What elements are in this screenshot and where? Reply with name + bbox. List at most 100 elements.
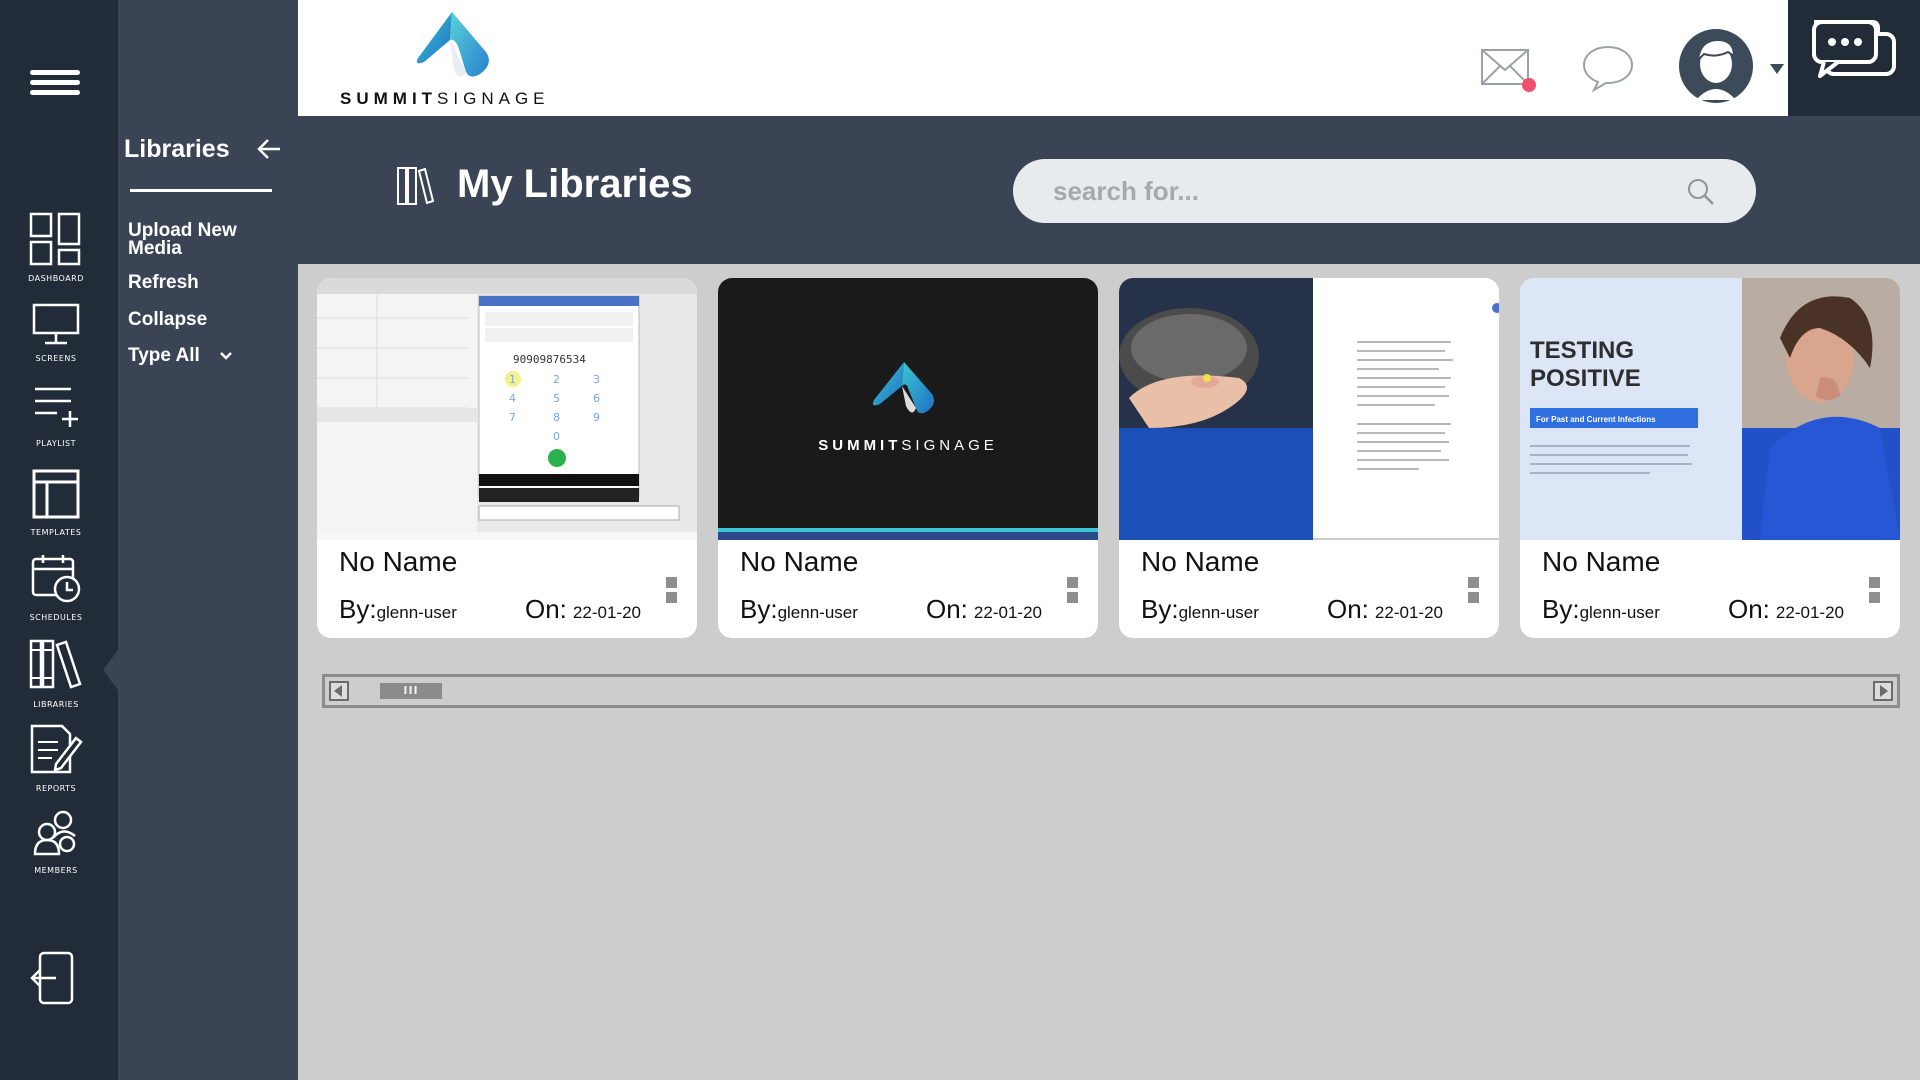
- nav-item-reports[interactable]: Reports: [0, 722, 112, 794]
- type-filter-label: Type All: [128, 345, 200, 366]
- more-options-icon[interactable]: [1067, 577, 1079, 619]
- by-label: By:: [1141, 594, 1179, 624]
- media-date: On: 22-01-20: [525, 594, 641, 625]
- summit-logo-thumbnail: SUMMITSIGNAGE: [718, 278, 1098, 540]
- brand-name-light: SIGNAGE: [437, 89, 550, 108]
- testing-positive-thumbnail: TESTING POSITIVE For Past and Current In…: [1520, 278, 1900, 540]
- collapse-link[interactable]: Collapse: [128, 310, 207, 329]
- nav-label: Members: [34, 862, 78, 876]
- nav-item-templates[interactable]: Templates: [0, 468, 112, 538]
- on-label: On:: [1728, 594, 1770, 624]
- media-card[interactable]: No Name By:glenn-user On: 22-01-20: [1119, 278, 1499, 638]
- logout-icon[interactable]: [30, 950, 80, 1006]
- nav-label: Playlist: [36, 435, 76, 449]
- svg-text:3: 3: [593, 373, 600, 386]
- more-options-icon[interactable]: [666, 577, 678, 619]
- media-author: By:glenn-user: [339, 594, 457, 625]
- media-thumbnail: [1119, 278, 1499, 540]
- svg-text:SUMMITSIGNAGE: SUMMITSIGNAGE: [818, 437, 998, 454]
- nav-label: Schedules: [29, 609, 83, 623]
- media-date: On: 22-01-20: [926, 594, 1042, 625]
- author-name: glenn-user: [1579, 603, 1660, 622]
- by-label: By:: [1542, 594, 1580, 624]
- author-name: glenn-user: [777, 603, 858, 622]
- type-filter-dropdown[interactable]: Type All: [128, 345, 233, 366]
- thumb-badge: For Past and Current Infections: [1536, 415, 1656, 424]
- author-name: glenn-user: [376, 603, 457, 622]
- panel-title: Libraries: [124, 135, 230, 163]
- nav-item-dashboard[interactable]: Dashboard: [0, 212, 112, 284]
- media-card[interactable]: SUMMITSIGNAGE No Name By:glenn-user On: 2…: [718, 278, 1098, 638]
- more-options-icon[interactable]: [1468, 577, 1480, 619]
- template-layout-icon: [32, 469, 80, 519]
- nav-rail: Dashboard Screens Playlist Templates: [0, 0, 118, 1080]
- chat-button[interactable]: [1788, 0, 1920, 116]
- nav-label: Dashboard: [28, 270, 84, 284]
- on-label: On:: [525, 594, 567, 624]
- active-nav-indicator: [103, 650, 118, 690]
- svg-text:POSITIVE: POSITIVE: [1530, 365, 1641, 392]
- media-date: On: 22-01-20: [1327, 594, 1443, 625]
- playlist-add-icon: [35, 387, 78, 427]
- thumb-dial-number: 90909876534: [513, 353, 586, 366]
- svg-text:0: 0: [553, 430, 560, 443]
- page-header: My Libraries: [298, 116, 1920, 264]
- horizontal-scrollbar[interactable]: III: [322, 674, 1900, 708]
- phone-dialer-thumbnail: 90909876534 1 2 3 4 5 6 7 8 9 0: [317, 278, 697, 540]
- svg-text:1: 1: [509, 373, 516, 386]
- upload-new-media-link[interactable]: Upload New Media: [128, 221, 258, 258]
- scrollbar-thumb[interactable]: III: [380, 683, 442, 699]
- svg-text:4: 4: [509, 392, 516, 405]
- media-thumbnail: SUMMITSIGNAGE: [718, 278, 1098, 540]
- nav-item-libraries[interactable]: Libraries: [0, 638, 112, 710]
- calendar-clock-icon: [31, 555, 81, 603]
- media-thumbnail: TESTING POSITIVE For Past and Current In…: [1520, 278, 1900, 540]
- nav-item-screens[interactable]: Screens: [0, 302, 112, 364]
- user-avatar-menu[interactable]: [1678, 26, 1784, 106]
- arrow-left-icon[interactable]: [256, 136, 282, 162]
- refresh-link[interactable]: Refresh: [128, 273, 199, 292]
- nav-label: Screens: [35, 350, 77, 364]
- caret-down-icon: [1770, 64, 1784, 74]
- svg-text:7: 7: [509, 411, 516, 424]
- search-input[interactable]: [1053, 169, 1653, 213]
- by-label: By:: [339, 594, 377, 624]
- media-card[interactable]: 90909876534 1 2 3 4 5 6 7 8 9 0 No Name By:gle…: [317, 278, 697, 638]
- svg-text:8: 8: [553, 411, 560, 424]
- media-date: On: 22-01-20: [1728, 594, 1844, 625]
- message-bubble-icon[interactable]: [1582, 44, 1634, 92]
- media-name: No Name: [1542, 546, 1661, 577]
- nav-label: Reports: [35, 780, 77, 794]
- media-author: By:glenn-user: [740, 594, 858, 625]
- by-label: By:: [740, 594, 778, 624]
- search-bar: [1013, 159, 1756, 223]
- author-name: glenn-user: [1178, 603, 1259, 622]
- brand-name: SUMMITSIGNAGE: [340, 89, 550, 109]
- media-name: No Name: [1141, 546, 1260, 577]
- date-value: 22-01-20: [572, 603, 641, 622]
- chat-icon: [1812, 20, 1896, 78]
- media-card[interactable]: TESTING POSITIVE For Past and Current In…: [1520, 278, 1900, 638]
- report-edit-icon: [30, 724, 83, 774]
- svg-text:5: 5: [553, 392, 560, 405]
- library-content: 90909876534 123 456 789 0 No Name By:gle…: [298, 264, 1920, 1080]
- nav-item-schedules[interactable]: Schedules: [0, 553, 112, 623]
- svg-text:6: 6: [593, 392, 600, 405]
- media-author: By:glenn-user: [1542, 594, 1660, 625]
- more-options-icon[interactable]: [1869, 577, 1881, 619]
- date-value: 22-01-20: [973, 603, 1042, 622]
- brand-logo[interactable]: SUMMITSIGNAGE: [340, 10, 570, 110]
- scroll-right-arrow-icon[interactable]: [1873, 681, 1893, 701]
- hand-pill-document-thumbnail: [1119, 278, 1499, 540]
- nav-item-members[interactable]: Members: [0, 808, 112, 876]
- nav-item-playlist[interactable]: Playlist: [0, 383, 112, 449]
- hamburger-menu-icon[interactable]: [30, 70, 80, 102]
- chevron-down-icon: [220, 352, 232, 360]
- scroll-left-arrow-icon[interactable]: [329, 681, 349, 701]
- date-value: 22-01-20: [1775, 603, 1844, 622]
- media-thumbnail: 90909876534 1 2 3 4 5 6 7 8 9 0: [317, 278, 697, 540]
- search-icon[interactable]: [1686, 177, 1716, 207]
- monitor-icon: [32, 303, 80, 345]
- dashboard-icon: [29, 212, 81, 266]
- mail-icon[interactable]: [1480, 46, 1536, 94]
